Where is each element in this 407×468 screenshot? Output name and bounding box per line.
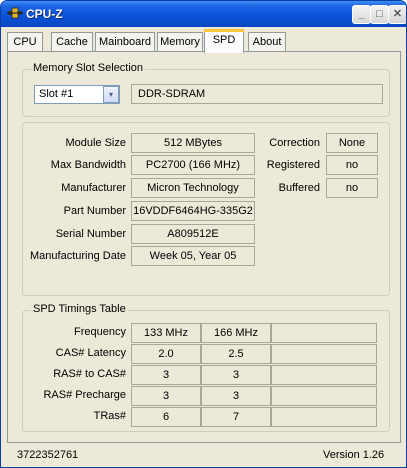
manufacturer-label: Manufacturer — [61, 182, 126, 194]
correction-field: None — [326, 133, 378, 153]
buffered-label: Buffered — [278, 182, 320, 194]
tab-memory[interactable]: Memory — [157, 32, 203, 51]
maximize-button[interactable]: □ — [370, 5, 389, 24]
manufacturing-date-field: Week 05, Year 05 — [131, 246, 255, 266]
timing-label-ras-precharge: RAS# Precharge — [43, 389, 126, 401]
timing-cell: 3 — [131, 386, 201, 406]
tab-cpu[interactable]: CPU — [7, 32, 43, 51]
tab-spd[interactable]: SPD — [204, 29, 244, 53]
timing-cell: 3 — [131, 365, 201, 385]
timing-cell: 166 MHz — [201, 323, 271, 343]
tab-mainboard[interactable]: Mainboard — [95, 32, 155, 51]
version-label: Version 1.26 — [323, 449, 385, 461]
memory-type-field: DDR-SDRAM — [131, 84, 383, 104]
timing-cell — [271, 365, 377, 385]
timing-cell — [271, 386, 377, 406]
window-title: CPU-Z — [26, 7, 63, 21]
tab-bar: CPU Cache Mainboard Memory SPD About — [1, 27, 406, 53]
part-number-field: 16VDDF6464HG-335G2 — [131, 201, 255, 221]
timing-label-tras: TRas# — [93, 410, 126, 422]
tab-about[interactable]: About — [248, 32, 286, 51]
slot-select-value: Slot #1 — [39, 88, 74, 100]
timing-label-frequency: Frequency — [74, 326, 126, 338]
manufacturer-field: Micron Technology — [131, 178, 255, 198]
module-size-label: Module Size — [65, 137, 126, 149]
timing-label-ras-to-cas: RAS# to CAS# — [53, 368, 126, 380]
correction-label: Correction — [269, 137, 320, 149]
timing-cell — [271, 344, 377, 364]
footer-id: 3722352761 — [17, 449, 79, 461]
registered-field: no — [326, 155, 378, 175]
serial-number-label: Serial Number — [55, 228, 126, 240]
timing-cell — [271, 323, 377, 343]
max-bandwidth-label: Max Bandwidth — [50, 159, 126, 171]
buffered-field: no — [326, 178, 378, 198]
serial-number-field: A809512E — [131, 224, 255, 244]
timing-label-cas-latency: CAS# Latency — [55, 347, 126, 359]
timing-cell: 3 — [201, 365, 271, 385]
part-number-label: Part Number — [63, 205, 126, 217]
cpuz-window: CPU-Z _ □ ✕ CPU Cache Mainboard Memory S… — [0, 0, 407, 468]
minimize-button[interactable]: _ — [352, 5, 371, 24]
timing-cell: 2.0 — [131, 344, 201, 364]
cpuz-app-icon — [7, 7, 23, 19]
timing-cell: 7 — [201, 407, 271, 427]
timing-cell: 3 — [201, 386, 271, 406]
spd-panel: Memory Slot Selection Slot #1 ▾ DDR-SDRA… — [7, 51, 401, 443]
timing-cell: 6 — [131, 407, 201, 427]
close-button[interactable]: ✕ — [388, 5, 406, 24]
chevron-down-icon[interactable]: ▾ — [103, 86, 119, 103]
timing-cell: 133 MHz — [131, 323, 201, 343]
manufacturing-date-label: Manufacturing Date — [30, 250, 126, 262]
memory-slot-group-title: Memory Slot Selection — [31, 62, 146, 74]
tab-cache[interactable]: Cache — [51, 32, 93, 51]
timing-cell: 2.5 — [201, 344, 271, 364]
slot-select[interactable]: Slot #1 ▾ — [34, 85, 120, 104]
registered-label: Registered — [266, 159, 320, 171]
module-size-field: 512 MBytes — [131, 133, 255, 153]
spd-timings-group-title: SPD Timings Table — [31, 303, 128, 315]
timing-cell — [271, 407, 377, 427]
max-bandwidth-field: PC2700 (166 MHz) — [131, 155, 255, 175]
title-bar[interactable]: CPU-Z _ □ ✕ — [1, 1, 406, 27]
